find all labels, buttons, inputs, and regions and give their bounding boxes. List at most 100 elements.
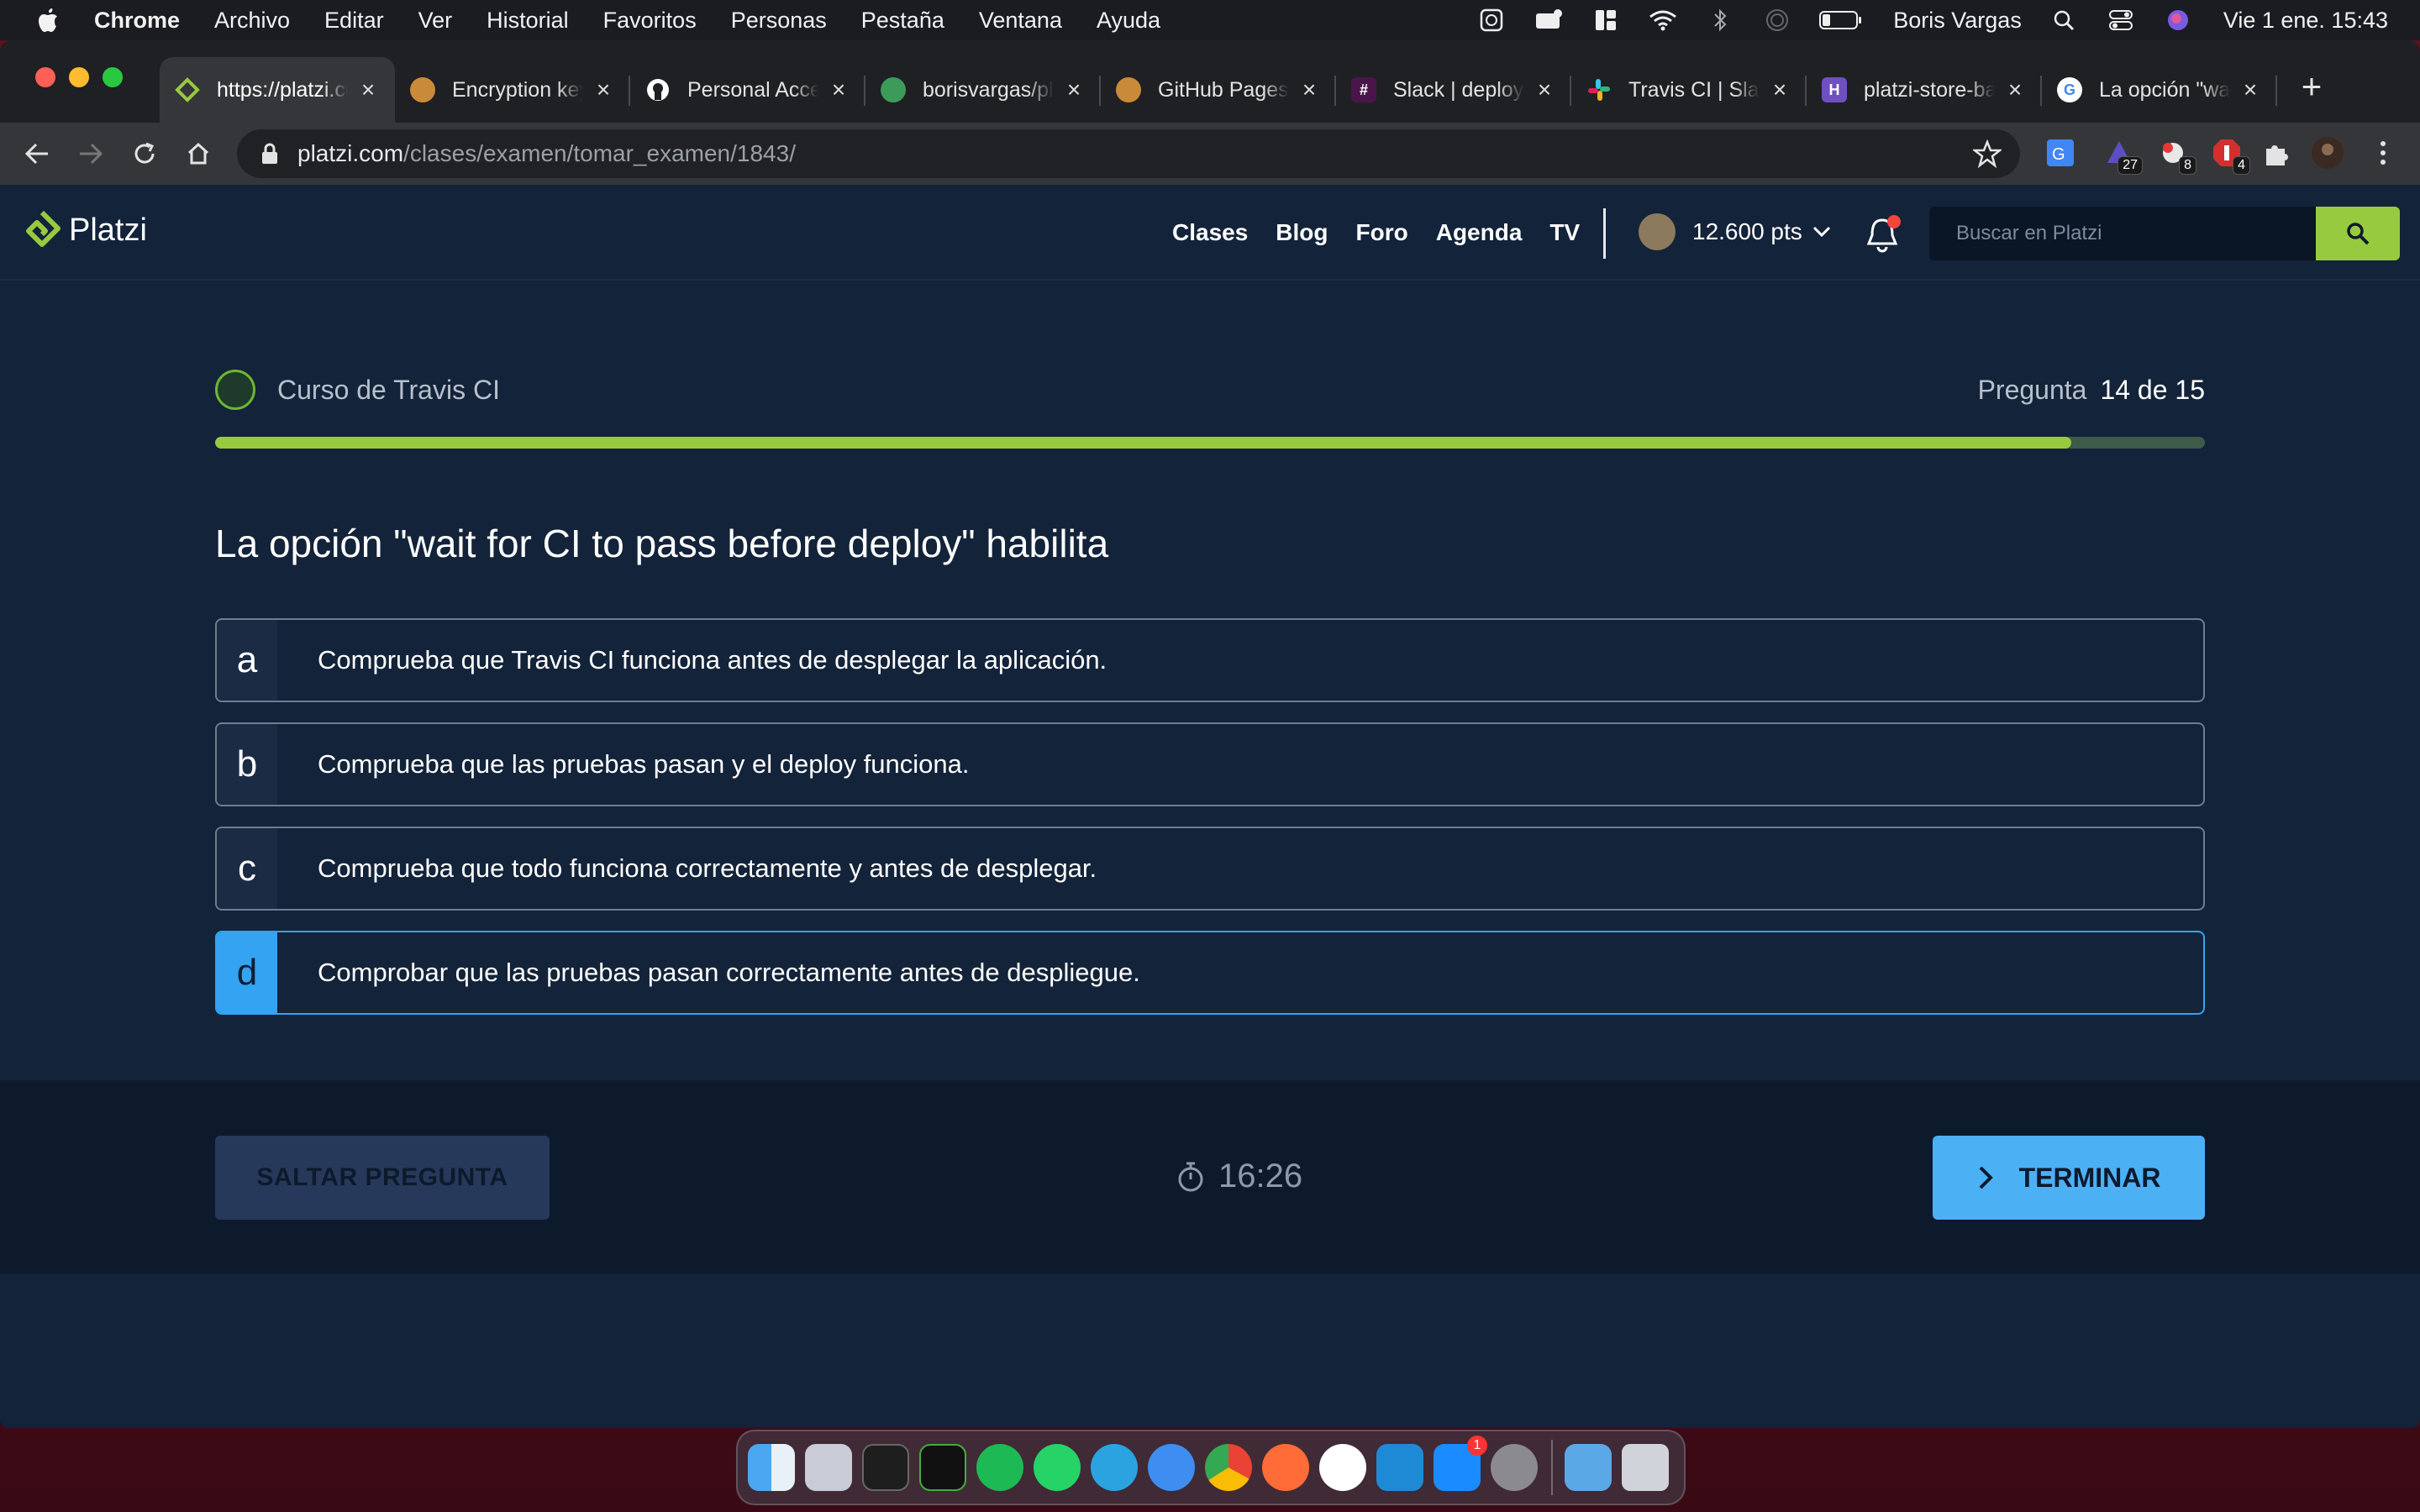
tab-platzi-store-backend[interactable]: H platzi-store-backend × [1807,57,2042,123]
launchpad-icon[interactable] [805,1444,852,1491]
finish-exam-button[interactable]: TERMINAR [1933,1136,2205,1220]
profile-avatar[interactable] [2309,134,2346,171]
close-tab-icon[interactable]: × [2003,76,2027,102]
answer-option-d[interactable]: d Comprobar que las pruebas pasan correc… [215,931,2205,1015]
search-input[interactable]: Buscar en Platzi [1929,207,2316,260]
forward-button[interactable] [74,137,108,171]
battery-icon[interactable] [1819,8,1863,33]
menu-app-name[interactable]: Chrome [94,8,180,34]
adblock-extension-icon[interactable]: 4 [2208,134,2250,175]
siri-icon[interactable] [2163,8,2193,33]
nav-agenda[interactable]: Agenda [1436,219,1523,246]
postman-icon[interactable] [1262,1444,1309,1491]
close-tab-icon[interactable]: × [1533,76,1556,102]
wifi-icon[interactable] [1648,8,1678,33]
dock-separator [1551,1440,1553,1495]
tab-platzi-exam[interactable]: https://platzi.com/clases/examen × [160,57,395,123]
menu-editar[interactable]: Editar [324,8,384,34]
tab-borisvargas-repo[interactable]: borisvargas/platzi × [865,57,1101,123]
system-preferences-icon[interactable] [1491,1444,1538,1491]
menu-favoritos[interactable]: Favoritos [603,8,697,34]
telegram-icon[interactable] [1091,1444,1138,1491]
nav-clases[interactable]: Clases [1172,219,1248,246]
tab-personal-access-tokens[interactable]: Personal Access Tokens × [630,57,865,123]
terminal-icon[interactable] [862,1444,909,1491]
skip-question-button[interactable]: SALTAR PREGUNTA [215,1136,550,1220]
spotlight-search-icon[interactable] [2049,8,2079,33]
search-button[interactable] [2316,207,2400,260]
app-store-icon[interactable]: 1 [1434,1436,1487,1491]
apple-menu-icon[interactable] [35,8,60,33]
url-host: platzi.com [297,140,404,166]
extensions-puzzle-icon[interactable] [2259,134,2296,171]
control-center-icon[interactable] [2106,8,2136,33]
tab-slack-deploy[interactable]: # Slack | deploy × [1336,57,1571,123]
close-tab-icon[interactable]: × [1768,76,1791,102]
back-button[interactable] [20,137,54,171]
bluetooth-icon[interactable] [1705,8,1735,33]
trash-icon[interactable] [1622,1444,1669,1491]
answer-option-b[interactable]: b Comprueba que las pruebas pasan y el d… [215,722,2205,806]
answer-option-a[interactable]: a Comprueba que Travis CI funciona antes… [215,618,2205,702]
answer-option-c[interactable]: c Comprueba que todo funciona correctame… [215,827,2205,911]
vscode-icon[interactable] [1376,1444,1423,1491]
menu-ayuda[interactable]: Ayuda [1097,8,1160,34]
exam-footer: SALTAR PREGUNTA 16:26 TERMINAR [0,1080,2420,1273]
tab-travis-slack[interactable]: Travis CI | Slack × [1571,57,1807,123]
chrome-icon[interactable] [1205,1444,1252,1491]
google-translate-extension-icon[interactable]: G [2042,134,2079,171]
menu-historial[interactable]: Historial [487,8,569,34]
extension-icon[interactable]: 27 [2101,134,2143,175]
window-layout-icon[interactable] [1591,8,1621,33]
address-bar[interactable]: platzi.com/clases/examen/tomar_examen/18… [237,129,2020,178]
extension-icon[interactable]: 8 [2154,134,2196,175]
reload-button[interactable] [128,137,161,171]
screensaver-icon[interactable] [1476,8,1507,33]
finder-icon[interactable] [748,1444,795,1491]
new-tab-button[interactable]: + [2294,66,2329,106]
close-tab-icon[interactable]: × [592,76,615,102]
chrome-menu-icon[interactable] [2365,134,2402,171]
close-tab-icon[interactable]: × [1062,76,1086,102]
downloads-folder-icon[interactable] [1565,1444,1612,1491]
spotify-icon[interactable] [976,1444,1023,1491]
close-tab-icon[interactable]: × [1297,76,1321,102]
bookmark-star-icon[interactable] [1973,139,2002,168]
menubar-user-name[interactable]: Boris Vargas [1893,8,2022,34]
airdrop-icon[interactable] [1762,8,1792,33]
iterm-icon[interactable] [919,1444,966,1491]
safari-icon[interactable] [1148,1444,1195,1491]
menu-ver[interactable]: Ver [418,8,453,34]
whatsapp-icon[interactable] [1034,1444,1081,1491]
tab-strip: https://platzi.com/clases/examen × Encry… [0,40,2420,123]
home-button[interactable] [182,137,215,171]
minimize-window-button[interactable] [69,67,89,87]
option-text: Comprueba que Travis CI funciona antes d… [318,645,1107,675]
platzi-logo[interactable]: Platzi [24,210,147,250]
tab-github-pages[interactable]: GitHub Pages × [1101,57,1336,123]
menu-personas[interactable]: Personas [731,8,827,34]
menubar-clock[interactable]: Vie 1 ene. 15:43 [2223,8,2388,34]
tab-google-search[interactable]: G La opción "wait for CI" × [2042,57,2277,123]
nav-blog[interactable]: Blog [1276,219,1328,246]
menu-pestana[interactable]: Pestaña [861,8,944,34]
close-window-button[interactable] [35,67,55,87]
notion-icon[interactable] [1319,1444,1366,1491]
lock-icon [262,143,277,164]
notification-center-icon[interactable] [1534,8,1564,33]
menu-archivo[interactable]: Archivo [214,8,290,34]
nav-foro[interactable]: Foro [1356,219,1408,246]
tab-encryption-keys[interactable]: Encryption keys × [395,57,630,123]
notifications-bell-icon[interactable] [1864,215,1901,255]
points-menu[interactable]: 12.600 pts [1639,213,1831,250]
nav-tv[interactable]: TV [1549,219,1580,246]
tab-title: Slack | deploy [1393,77,1524,102]
close-tab-icon[interactable]: × [356,76,380,102]
menu-ventana[interactable]: Ventana [979,8,1062,34]
close-tab-icon[interactable]: × [2238,76,2262,102]
browser-window: https://platzi.com/clases/examen × Encry… [0,40,2420,1428]
close-tab-icon[interactable]: × [827,76,850,102]
extension-badge: 27 [2118,156,2143,175]
zoom-window-button[interactable] [103,67,123,87]
points-value: 12.600 pts [1692,218,1802,244]
